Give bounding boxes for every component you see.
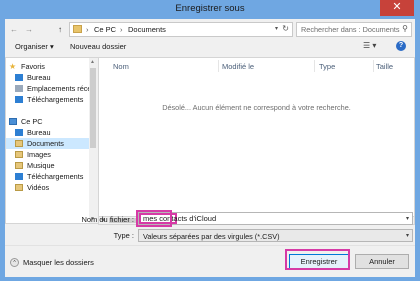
collapse-icon: ^ bbox=[10, 258, 19, 267]
nav-item-label: Vidéos bbox=[27, 183, 50, 192]
nav-scrollbar[interactable]: ▲ ▼ bbox=[89, 57, 98, 224]
images-icon bbox=[15, 151, 23, 158]
breadcrumb-separator: › bbox=[120, 25, 123, 34]
breadcrumb-documents[interactable]: Documents bbox=[128, 25, 166, 34]
help-icon[interactable]: ? bbox=[396, 41, 406, 51]
nav-item-label: Images bbox=[27, 150, 51, 159]
search-icon[interactable]: ⚲ bbox=[402, 24, 408, 33]
scroll-up-icon[interactable]: ▲ bbox=[90, 59, 95, 65]
breadcrumb-separator: › bbox=[86, 25, 89, 34]
chevron-down-icon[interactable]: ▾ bbox=[406, 232, 409, 239]
search-box[interactable]: Rechercher dans : Documents ⚲ bbox=[296, 22, 412, 37]
nav-item-label: Documents bbox=[27, 139, 64, 148]
nav-item-label: Emplacements récents bbox=[27, 84, 89, 93]
empty-message: Désolé... Aucun élément ne correspond à … bbox=[162, 103, 351, 112]
nav-item-emplacements-recents[interactable]: Emplacements récents bbox=[6, 83, 89, 94]
filetype-value: Valeurs séparées par des virgules (*.CSV… bbox=[143, 232, 280, 241]
nav-item-label: Téléchargements bbox=[27, 95, 84, 104]
hide-folders-label: Masquer les dossiers bbox=[23, 258, 94, 267]
column-divider[interactable] bbox=[314, 60, 315, 72]
desktop-icon bbox=[15, 129, 23, 136]
column-divider[interactable] bbox=[373, 60, 374, 72]
navigation-pane: ★ Favoris Bureau Emplacements récents Té… bbox=[5, 57, 90, 224]
up-button[interactable]: ↑ bbox=[58, 25, 62, 34]
column-header-name[interactable]: Nom bbox=[113, 62, 129, 71]
cancel-button[interactable]: Annuler bbox=[355, 254, 409, 269]
nav-item-label: Ce PC bbox=[21, 117, 43, 126]
star-icon: ★ bbox=[9, 62, 17, 71]
filetype-label: Type : bbox=[113, 231, 134, 240]
column-header-modified[interactable]: Modifié le bbox=[222, 62, 254, 71]
window-title: Enregistrer sous bbox=[175, 3, 245, 14]
nav-item-label: Bureau bbox=[27, 73, 51, 82]
view-options-icon[interactable]: ☰ ▾ bbox=[363, 41, 376, 50]
music-icon bbox=[15, 162, 23, 169]
dialog-footer: ^ Masquer les dossiers Enregistrer Annul… bbox=[5, 245, 415, 277]
title-bar[interactable]: Enregistrer sous ✕ bbox=[0, 0, 420, 18]
nav-item-images[interactable]: Images bbox=[6, 149, 89, 160]
nav-item-videos[interactable]: Vidéos bbox=[6, 182, 89, 193]
back-button[interactable]: ← bbox=[10, 25, 18, 34]
new-folder-button[interactable]: Nouveau dossier bbox=[70, 42, 126, 51]
dialog-client: ← → ↑ › Ce PC › Documents ▾ ↻ Rechercher… bbox=[5, 19, 415, 277]
filename-annotation-ring bbox=[136, 210, 172, 227]
nav-item-label: Musique bbox=[27, 161, 55, 170]
nav-item-label: Téléchargements bbox=[27, 172, 84, 181]
column-header-type[interactable]: Type bbox=[319, 62, 335, 71]
address-bar[interactable]: › Ce PC › Documents ▾ ↻ bbox=[69, 22, 293, 37]
nav-item-bureau[interactable]: Bureau bbox=[6, 72, 89, 83]
search-placeholder: Rechercher dans : Documents bbox=[301, 25, 400, 34]
save-annotation-ring bbox=[285, 249, 350, 270]
organize-menu[interactable]: Organiser ▾ bbox=[15, 42, 54, 51]
nav-item-label: Favoris bbox=[21, 62, 45, 71]
download-icon bbox=[15, 173, 23, 180]
nav-item-telechargements-pc[interactable]: Téléchargements bbox=[6, 171, 89, 182]
file-list-pane: Nom Modifié le Type Taille Désolé... Auc… bbox=[98, 57, 415, 217]
breadcrumb-ce-pc[interactable]: Ce PC bbox=[94, 25, 116, 34]
nav-item-favoris[interactable]: ★ Favoris bbox=[6, 61, 89, 72]
column-divider[interactable] bbox=[218, 60, 219, 72]
save-as-dialog: Enregistrer sous ✕ ← → ↑ › Ce PC › Docum… bbox=[0, 0, 420, 281]
nav-item-telechargements[interactable]: Téléchargements bbox=[6, 94, 89, 105]
nav-item-ce-pc[interactable]: Ce PC bbox=[6, 116, 89, 127]
recent-icon bbox=[15, 85, 23, 92]
desktop-icon bbox=[15, 74, 23, 81]
download-icon bbox=[15, 96, 23, 103]
column-header-size[interactable]: Taille bbox=[376, 62, 393, 71]
close-button[interactable]: ✕ bbox=[380, 0, 414, 16]
scroll-thumb[interactable] bbox=[90, 68, 96, 148]
nav-item-musique[interactable]: Musique bbox=[6, 160, 89, 171]
refresh-icon[interactable]: ↻ bbox=[282, 24, 289, 33]
computer-icon bbox=[9, 118, 17, 125]
videos-icon bbox=[15, 184, 23, 191]
nav-item-bureau-pc[interactable]: Bureau bbox=[6, 127, 89, 138]
address-dropdown-icon[interactable]: ▾ bbox=[275, 25, 278, 32]
nav-item-label: Bureau bbox=[27, 128, 51, 137]
filename-label: Nom du fichier : bbox=[81, 215, 134, 224]
documents-icon bbox=[15, 140, 23, 147]
nav-item-documents[interactable]: Documents bbox=[6, 138, 89, 149]
filetype-select[interactable]: Valeurs séparées par des virgules (*.CSV… bbox=[138, 229, 413, 242]
chevron-down-icon[interactable]: ▾ bbox=[406, 215, 409, 222]
folder-icon bbox=[73, 25, 82, 33]
command-bar: Organiser ▾ Nouveau dossier ☰ ▾ ? bbox=[5, 39, 415, 54]
forward-button[interactable]: → bbox=[25, 25, 33, 34]
filename-combobox[interactable]: mes contacts d'iCloud ▾ bbox=[138, 212, 413, 225]
